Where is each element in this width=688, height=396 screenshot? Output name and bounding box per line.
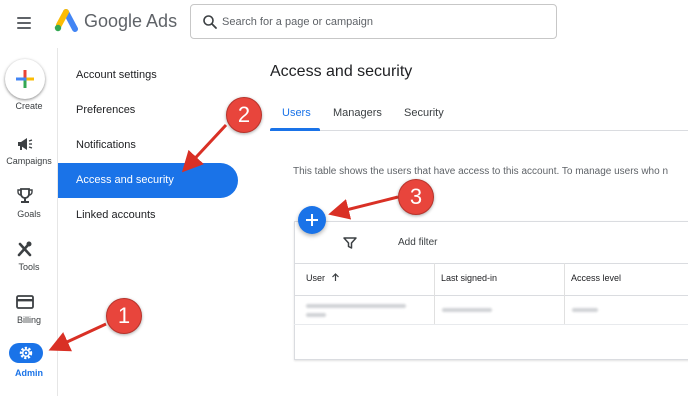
nav-linked-accounts[interactable]: Linked accounts [76, 209, 156, 221]
column-header-last-signed-in[interactable]: Last signed-in [441, 273, 497, 283]
redacted-access-level [572, 308, 598, 312]
annotation-badge-1: 1 [106, 298, 142, 334]
admin-button[interactable] [9, 343, 43, 363]
column-divider [564, 263, 565, 324]
billing-label[interactable]: Billing [0, 315, 58, 325]
tabs-divider [270, 130, 688, 131]
active-tab-indicator [270, 128, 320, 131]
header-top-border [294, 263, 688, 264]
nav-access-and-security-label: Access and security [76, 174, 174, 186]
tab-managers[interactable]: Managers [333, 107, 382, 119]
add-user-button[interactable] [298, 206, 326, 234]
page-title: Access and security [270, 63, 413, 80]
nav-notifications[interactable]: Notifications [76, 139, 136, 151]
redacted-last-signed-in [442, 308, 492, 312]
column-divider [434, 263, 435, 324]
credit-card-icon[interactable] [15, 293, 35, 311]
campaigns-label[interactable]: Campaigns [0, 156, 58, 166]
plus-icon [16, 70, 34, 88]
search-box[interactable] [190, 4, 557, 39]
gear-icon [19, 346, 33, 360]
create-button[interactable] [5, 59, 45, 99]
table-description: This table shows the users that have acc… [293, 166, 669, 177]
nav-account-settings[interactable]: Account settings [76, 69, 157, 81]
settings-nav: Account settings Preferences Notificatio… [58, 48, 248, 396]
google-ads-logo [54, 9, 78, 32]
brand-name: Google Ads [84, 11, 178, 31]
left-rail: Create Campaigns Goals Tools Billing Adm… [0, 48, 58, 396]
goals-label[interactable]: Goals [0, 209, 58, 219]
sort-arrow-up-icon [331, 273, 339, 281]
tab-users[interactable]: Users [282, 107, 311, 119]
redacted-user-name [306, 313, 326, 317]
tools-label[interactable]: Tools [0, 262, 58, 272]
menu-icon[interactable] [14, 13, 36, 33]
column-header-user-label: User [306, 273, 326, 283]
tools-icon[interactable] [15, 240, 35, 258]
search-icon [203, 15, 217, 29]
trophy-icon[interactable] [15, 187, 35, 205]
add-filter-button[interactable]: Add filter [398, 237, 437, 248]
redacted-user-email [306, 304, 406, 308]
column-header-access-level[interactable]: Access level [571, 273, 621, 283]
row-bottom-border [294, 324, 688, 325]
megaphone-icon[interactable] [15, 135, 35, 153]
column-header-user[interactable]: User [306, 273, 340, 283]
search-input[interactable] [221, 6, 551, 37]
annotation-badge-2: 2 [226, 97, 262, 133]
filter-icon[interactable] [343, 236, 357, 250]
tab-security[interactable]: Security [404, 107, 444, 119]
admin-label[interactable]: Admin [0, 368, 58, 378]
top-bar: Google Ads [0, 0, 688, 48]
annotation-badge-3: 3 [398, 179, 434, 215]
plus-icon [306, 214, 318, 226]
annotation-arrow-3 [328, 195, 399, 220]
nav-preferences[interactable]: Preferences [76, 104, 135, 116]
create-label: Create [15, 101, 43, 111]
header-bottom-border [294, 295, 688, 296]
